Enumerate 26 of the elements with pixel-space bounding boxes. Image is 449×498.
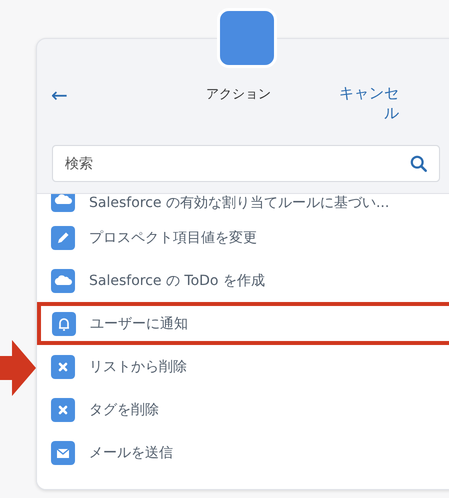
action-item[interactable]: メールを送信: [37, 431, 449, 474]
pencil-icon: [51, 226, 75, 250]
search-icon: [410, 155, 428, 173]
cloud-icon: [51, 268, 75, 292]
pointer-arrow: [0, 340, 36, 396]
action-label: メールを送信: [89, 444, 173, 462]
action-label: タグを削除: [89, 400, 159, 418]
close-icon: [51, 398, 75, 422]
action-item[interactable]: Salesforce の ToDo を作成: [37, 259, 449, 302]
action-label: Salesforce の ToDo を作成: [89, 272, 265, 290]
close-icon: [51, 354, 75, 378]
cancel-link[interactable]: キャンセル: [326, 83, 399, 123]
action-label: Salesforce の有効な割り当てルールに基づい...: [89, 194, 390, 212]
action-item[interactable]: ユーザーに通知: [37, 302, 449, 345]
back-button[interactable]: ←: [51, 83, 68, 107]
action-item[interactable]: リストから削除: [37, 345, 449, 388]
action-item[interactable]: タグを削除: [37, 388, 449, 431]
bell-icon: [52, 312, 76, 336]
action-label: ユーザーに通知: [90, 314, 188, 332]
mail-icon: [51, 440, 75, 464]
action-item[interactable]: Salesforce の有効な割り当てルールに基づい...: [37, 194, 449, 216]
action-label: プロスペクト項目値を変更: [89, 228, 257, 246]
action-item[interactable]: プロスペクト項目値を変更: [37, 216, 449, 259]
search-field[interactable]: 検索: [52, 145, 440, 182]
panel-title: アクション: [206, 86, 271, 104]
action-label: リストから削除: [89, 358, 187, 376]
